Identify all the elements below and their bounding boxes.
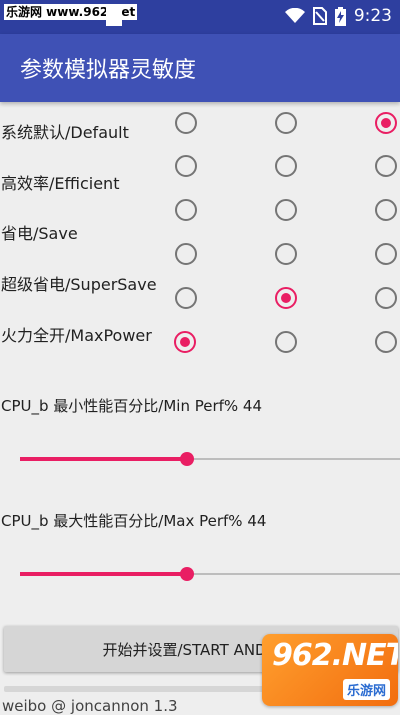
app-bar: 参数模拟器灵敏度 [0,34,400,102]
max-perf-label: CPU_b 最大性能百分比/Max Perf% 44 [1,512,267,530]
profile-label: 火力全开/MaxPower [1,326,152,345]
radio-col-0[interactable] [175,287,197,309]
app-title: 参数模拟器灵敏度 [20,58,197,83]
min-perf-label: CPU_b 最小性能百分比/Min Perf% 44 [1,397,263,415]
radio-col-1[interactable] [275,243,297,265]
profile-label: 高效率/Efficient [1,174,120,193]
radio-col-0[interactable] [175,112,197,134]
min-perf-slider[interactable] [20,449,400,469]
radio-col-0[interactable] [175,155,197,177]
radio-col-1[interactable] [275,155,297,177]
site-logo: 962.NET 乐游网 [262,634,398,706]
profile-row-save: 省电/Save [0,198,400,243]
radio-col-2[interactable] [375,155,397,177]
radio-col-2[interactable] [375,243,397,265]
radio-col-0-selected[interactable] [174,331,196,353]
radio-col-0[interactable] [175,199,197,221]
radio-col-1-selected[interactable] [275,287,297,309]
logo-main-text: 962.NET [272,638,398,673]
slider-fill [20,457,187,461]
wifi-icon [284,8,305,24]
no-sim-icon [312,7,327,25]
status-icons: 9:23 [284,6,392,26]
slider-thumb[interactable] [180,567,194,581]
notification-icon [106,6,122,26]
radio-col-2[interactable] [375,287,397,309]
max-perf-slider[interactable] [20,564,400,584]
radio-col-2[interactable] [375,331,397,353]
status-time: 9:23 [353,6,392,26]
logo-sub-text: 乐游网 [342,679,390,700]
profile-label: 省电/Save [1,224,78,243]
radio-col-1[interactable] [275,331,297,353]
radio-col-2-selected[interactable] [375,112,397,134]
radio-col-0[interactable] [175,243,197,265]
radio-col-1[interactable] [275,199,297,221]
profile-label: 系统默认/Default [1,123,129,142]
slider-fill [20,572,187,576]
profile-row-supersave: 超级省电/SuperSave [0,243,400,309]
profile-row-maxpower: 火力全开/MaxPower [0,320,400,364]
footer-credit: weibo @ joncannon 1.3 [2,697,178,715]
radio-col-1[interactable] [275,112,297,134]
profile-row-default: 系统默认/Default [0,105,400,149]
profile-row-efficient: 高效率/Efficient [0,154,400,198]
profile-label: 超级省电/SuperSave [1,275,157,294]
battery-charging-icon [334,6,346,26]
slider-thumb[interactable] [180,452,194,466]
radio-col-2[interactable] [375,199,397,221]
status-bar: 乐游网 www.962.net 9:23 [0,0,400,34]
